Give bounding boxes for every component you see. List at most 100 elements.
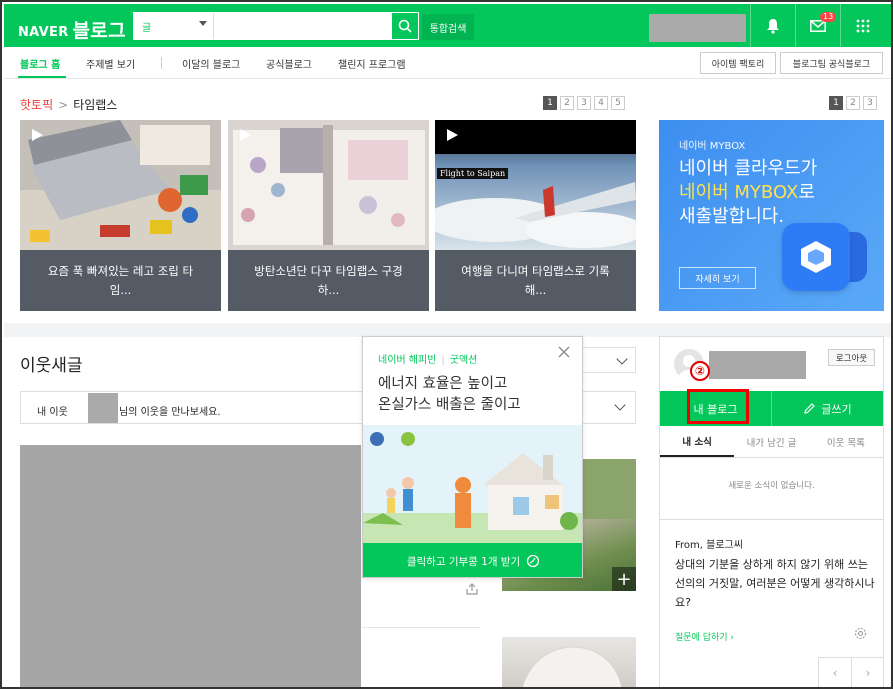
notification-button[interactable] (750, 4, 794, 47)
question-from: From, 블로그씨 (675, 540, 743, 551)
answer-link-label: 질문에 답하기 (675, 633, 728, 643)
tab-neighbor-list[interactable]: 이웃 목록 (809, 427, 883, 457)
banner-line-2-highlight: 네이버 MYBOX (679, 182, 799, 203)
hot-topic-card[interactable]: 요즘 푹 빠져있는 레고 조립 타임... (20, 120, 221, 311)
card-caption: 방탄소년단 다꾸 타임랩스 구경하... (228, 250, 429, 311)
ad-headline-line-1: 에너지 효율은 높이고 (378, 376, 508, 392)
blog-question-text[interactable]: 상대의 기분을 상하게 하지 않기 위해 쓰는 선의의 거짓말, 여러분은 어떻… (675, 555, 875, 612)
panel-divider (660, 519, 883, 520)
nav-challenge-program[interactable]: 챌린지 프로그램 (338, 56, 406, 71)
page-button[interactable]: 3 (577, 96, 591, 110)
grid-icon (856, 19, 869, 32)
nav-official-blogs[interactable]: 공식블로그 (266, 56, 312, 71)
write-post-button[interactable]: 글쓰기 (772, 391, 883, 426)
search-type-value: 글 (142, 23, 152, 34)
search-button[interactable] (391, 12, 419, 40)
page-button[interactable]: 5 (611, 96, 625, 110)
nav-blog-home[interactable]: 블로그 홈 (20, 56, 60, 71)
ad-illustration (363, 425, 582, 543)
caret-down-icon (199, 21, 207, 26)
page-button[interactable]: 3 (863, 96, 877, 110)
ad-brand: 네이버 해피빈 | 굿액션 (378, 351, 477, 366)
browser-frame: NAVER 블로그 글 통합검색 13 블로그 홈 주제별 보기 이달의 블로그… (0, 0, 893, 689)
banner-pager: 1 2 3 (829, 96, 877, 110)
highlight-box (687, 389, 749, 424)
pencil-icon (804, 403, 816, 414)
prev-arrow-icon[interactable]: ‹ (818, 658, 851, 687)
redacted-name (88, 393, 118, 423)
play-icon (447, 129, 458, 141)
search-icon (398, 19, 412, 33)
feed-filter-dropdown[interactable] (579, 347, 636, 373)
mail-button[interactable]: 13 (795, 4, 839, 47)
hot-topic-pager: 1 2 3 4 5 (543, 96, 625, 110)
ad-headline-line-2: 온실가스 배출은 줄이고 (378, 397, 521, 413)
gear-icon[interactable] (854, 627, 867, 640)
step-marker: ② (690, 361, 710, 381)
blog-logo-text: 블로그 (72, 20, 126, 42)
photo-overlay-label: Flight to Saipan (437, 168, 509, 179)
hot-topic-card[interactable]: 방탄소년단 다꾸 타임랩스 구경하... (228, 120, 429, 311)
play-icon (240, 129, 251, 141)
mail-count-badge: 13 (820, 12, 837, 22)
flight-timelapse-thumbnail: Flight to Saipan (435, 120, 636, 250)
banner-label: 네이버 MYBOX (679, 141, 746, 152)
chevron-down-icon (616, 353, 628, 365)
answer-question-link[interactable]: 질문에 답하기 › (675, 630, 734, 643)
suggestion-text-1: 내 이웃 (37, 407, 68, 418)
donate-cta-button[interactable]: 클릭하고 기부콩 1개 받기 (363, 543, 582, 577)
bell-icon (766, 18, 779, 34)
item-factory-button[interactable]: 아이템 팩토리 (700, 52, 776, 74)
page-button[interactable]: 2 (846, 96, 860, 110)
top-header: NAVER 블로그 글 통합검색 13 (4, 4, 891, 47)
hot-topic-label[interactable]: 핫토픽 (20, 98, 53, 112)
next-arrow-icon[interactable]: › (851, 658, 884, 687)
tab-my-comments[interactable]: 내가 남긴 글 (734, 427, 808, 457)
topic-name: 타임랩스 (73, 98, 118, 112)
section-divider-band (4, 323, 891, 337)
logout-button[interactable]: 로그아웃 (828, 349, 875, 366)
chevron-down-icon (614, 399, 626, 411)
nav-separator (161, 57, 162, 69)
apps-menu-button[interactable] (840, 4, 884, 47)
add-icon[interactable]: + (612, 567, 636, 591)
card-caption: 여행을 다니며 타임랩스로 기록해... (435, 250, 636, 311)
play-icon (32, 129, 43, 141)
brand-separator: | (441, 355, 445, 366)
nav-blog-of-month[interactable]: 이달의 블로그 (182, 56, 240, 71)
post-divider (362, 627, 480, 628)
page-button[interactable]: 2 (560, 96, 574, 110)
naver-blog-logo[interactable]: NAVER 블로그 (18, 15, 126, 42)
empty-news-message: 새로운 소식이 없습니다. (728, 481, 815, 491)
post-thumbnail[interactable] (502, 637, 636, 687)
my-profile-panel: 로그아웃 내 블로그 글쓰기 ② 내 소식 내가 남긴 글 이웃 목록 새로운 … (659, 336, 884, 687)
write-label: 글쓰기 (821, 402, 852, 416)
redacted-username (709, 351, 806, 379)
search-type-select[interactable]: 글 (134, 13, 214, 39)
details-button[interactable]: 자세히 보기 (679, 267, 756, 289)
page-button[interactable]: 1 (543, 96, 557, 110)
search-input[interactable] (215, 13, 391, 39)
chevron-right-icon: > (58, 98, 69, 112)
page-button[interactable]: 4 (594, 96, 608, 110)
question-pager: ‹ › (818, 657, 884, 687)
feed-title: 이웃새글 (20, 356, 83, 376)
page-button[interactable]: 1 (829, 96, 843, 110)
naver-logo-text: NAVER (18, 25, 69, 40)
ad-brand-sub: 굿액션 (449, 355, 478, 366)
share-icon[interactable] (466, 583, 478, 595)
bts-diary-thumbnail (228, 120, 429, 250)
tab-my-news[interactable]: 내 소식 (660, 427, 735, 457)
active-tab-underline (18, 76, 66, 78)
blog-team-official-button[interactable]: 블로그팀 공식블로그 (780, 52, 883, 74)
hot-topic-card[interactable]: Flight to Saipan 여행을 다니며 타임랩스로 기록해... (435, 120, 636, 311)
suggestion-text-2: 님의 이웃을 만나보세요. (119, 407, 221, 418)
lego-timelapse-thumbnail (20, 120, 221, 250)
sub-navigation: 블로그 홈 주제별 보기 이달의 블로그 공식블로그 챌린지 프로그램 아이템 … (4, 47, 891, 79)
nav-by-topic[interactable]: 주제별 보기 (86, 56, 135, 71)
mybox-banner[interactable]: 네이버 MYBOX 네이버 클라우드가 네이버 MYBOX로 새출발합니다. 자… (659, 120, 884, 311)
close-icon[interactable] (558, 346, 570, 358)
integrated-search-button[interactable]: 통합검색 (422, 14, 474, 40)
happybean-ad-popup[interactable]: 네이버 해피빈 | 굿액션 에너지 효율은 높이고 온실가스 배출은 줄이고 클… (362, 336, 583, 578)
banner-line-2-suffix: 로 (798, 182, 815, 203)
